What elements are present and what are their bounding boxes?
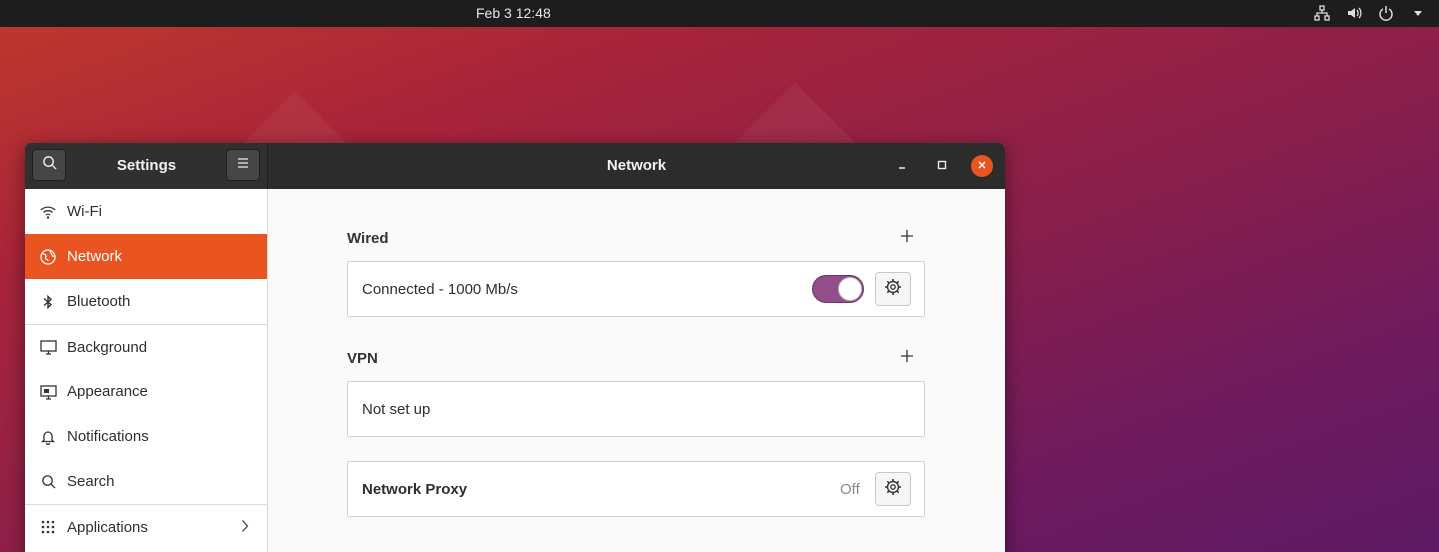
volume-icon[interactable]: [1345, 4, 1363, 22]
caret-down-icon[interactable]: [1409, 4, 1427, 22]
wired-toggle[interactable]: [812, 275, 864, 303]
sidebar-item-applications[interactable]: Applications: [25, 504, 267, 549]
chevron-right-icon: [241, 519, 249, 537]
sidebar-item-network[interactable]: Network: [25, 234, 267, 279]
sidebar-item-label: Search: [67, 473, 115, 490]
minimize-button[interactable]: [891, 155, 913, 177]
close-button[interactable]: [971, 155, 993, 177]
network-panel: Wired Connected - 1000 Mb/s VPN Not set …: [268, 189, 1005, 552]
sidebar-item-label: Background: [67, 338, 148, 356]
proxy-state: Off: [840, 481, 860, 498]
sidebar-item-bluetooth[interactable]: Bluetooth: [25, 279, 267, 324]
network-icon[interactable]: [1313, 4, 1331, 22]
sidebar: Wi-Fi Network Bluetooth Background Appea…: [25, 189, 268, 552]
minimize-icon: [897, 157, 907, 175]
sidebar-item-label: Applications: [67, 518, 148, 536]
grid-icon: [39, 518, 57, 536]
wired-status: Connected - 1000 Mb/s: [362, 281, 518, 298]
add-wired-button[interactable]: [898, 229, 916, 247]
vpn-status: Not set up: [362, 401, 431, 418]
title-bar[interactable]: Settings Network: [25, 143, 1005, 189]
sidebar-item-wifi[interactable]: Wi-Fi: [25, 189, 267, 234]
sidebar-item-appearance[interactable]: Appearance: [25, 369, 267, 414]
sidebar-item-label: Notifications: [67, 428, 149, 445]
monitor-icon: [39, 338, 57, 356]
clock[interactable]: Feb 3 12:48: [476, 5, 551, 21]
wired-connection-row: Connected - 1000 Mb/s: [347, 261, 925, 317]
bluetooth-icon: [39, 293, 57, 311]
sidebar-item-label: Appearance: [67, 383, 148, 400]
sidebar-item-label: Bluetooth: [67, 293, 131, 310]
sidebar-item-label: Wi-Fi: [67, 203, 102, 220]
sidebar-header: Settings: [25, 143, 268, 189]
add-vpn-button[interactable]: [898, 349, 916, 367]
maximize-button[interactable]: [931, 155, 953, 177]
power-icon[interactable]: [1377, 4, 1395, 22]
wired-settings-button[interactable]: [875, 272, 911, 306]
gear-icon: [884, 278, 902, 300]
search-icon: [39, 473, 57, 491]
bell-icon: [39, 428, 57, 446]
menu-button[interactable]: [226, 149, 260, 181]
globe-icon: [39, 248, 57, 266]
maximize-icon: [937, 157, 947, 175]
wifi-icon: [39, 203, 57, 221]
gear-icon: [884, 478, 902, 500]
sidebar-item-notifications[interactable]: Notifications: [25, 414, 267, 459]
toggle-knob: [838, 277, 862, 301]
settings-window: Settings Network Wi-Fi Network Bluetooth…: [25, 143, 1005, 552]
plus-icon: [901, 229, 913, 247]
plus-icon: [901, 349, 913, 367]
system-tray[interactable]: [1313, 4, 1427, 22]
hamburger-icon: [236, 156, 250, 174]
proxy-label: Network Proxy: [362, 481, 468, 498]
sidebar-item-label: Network: [67, 248, 123, 265]
sidebar-item-background[interactable]: Background: [25, 324, 267, 369]
sidebar-item-search[interactable]: Search: [25, 459, 267, 504]
vpn-heading: VPN: [347, 350, 378, 367]
close-icon: [977, 157, 987, 175]
top-bar: Feb 3 12:48: [0, 0, 1439, 27]
proxy-settings-button[interactable]: [875, 472, 911, 506]
wired-heading: Wired: [347, 230, 389, 247]
appearance-icon: [39, 383, 57, 401]
vpn-row: Not set up: [347, 381, 925, 437]
network-proxy-row[interactable]: Network Proxy Off: [347, 461, 925, 517]
